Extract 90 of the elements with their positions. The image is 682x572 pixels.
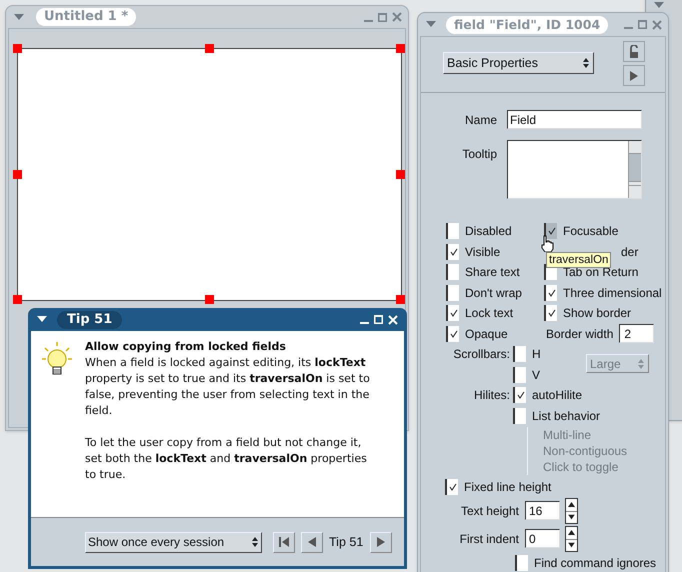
collapse-icon[interactable] (654, 2, 664, 8)
resize-handle[interactable] (13, 295, 22, 304)
window-title: field "Field", ID 1004 (446, 16, 608, 34)
checkbox-label: Focusable (563, 223, 618, 240)
field-canvas[interactable] (17, 48, 402, 301)
border-width-field[interactable]: 2 (619, 324, 654, 344)
collapse-icon[interactable] (426, 21, 436, 28)
checkbox-label: V (532, 366, 540, 384)
checkbox[interactable] (544, 305, 557, 322)
next-icon (377, 537, 385, 547)
padlock-icon (629, 44, 639, 58)
play-icon (630, 70, 638, 80)
hand-cursor-icon (541, 235, 554, 252)
resize-handle[interactable] (13, 44, 22, 53)
resize-handle[interactable] (205, 44, 214, 53)
checkbox-label: Don't wrap (465, 284, 522, 302)
checkmark-icon (548, 288, 556, 297)
resize-handle[interactable] (13, 170, 22, 179)
resize-handle[interactable] (396, 44, 405, 53)
checkbox-label: Visible (465, 244, 500, 261)
spin-field[interactable]: 16 (525, 501, 560, 520)
checkbox[interactable] (446, 284, 459, 301)
checkbox[interactable] (544, 284, 557, 301)
window-title: Untitled 1 * (36, 8, 136, 26)
checkbox-label: Share text (465, 264, 520, 282)
checkmark-icon (516, 391, 524, 400)
checkmark-icon (548, 227, 556, 236)
checkbox-label: List behavior (532, 408, 600, 425)
checkbox-label: Disabled (465, 223, 512, 240)
scrollbar[interactable] (628, 141, 641, 198)
updown-icon (582, 57, 590, 69)
scrollbars-label: Scrollbars: (452, 346, 511, 363)
checkbox[interactable] (446, 264, 459, 280)
checkmark-icon (448, 483, 456, 492)
updown-icon (251, 536, 259, 548)
spinner[interactable] (565, 498, 578, 524)
first-icon (279, 537, 289, 547)
frequency-dropdown[interactable]: Show once every session (85, 532, 262, 552)
checkmark-icon (450, 330, 458, 338)
tooltip: traversalOn (546, 252, 612, 268)
tooltip-field[interactable] (507, 140, 642, 199)
checkmark-icon (450, 309, 458, 318)
tip-paragraph: To let the user copy from a field but not change it, set both the lockText and traversalOn properties to true. (85, 435, 368, 483)
window-title: Tip 51 (57, 310, 122, 328)
tip-heading: Allow copying from locked fields (85, 339, 287, 355)
lock-button[interactable] (623, 41, 645, 62)
checkbox-label: Three dimensional (563, 284, 662, 302)
checkbox-label: Lock text (465, 305, 514, 322)
checkbox[interactable] (445, 479, 458, 496)
checkbox[interactable] (544, 223, 557, 240)
checkbox[interactable] (446, 326, 459, 342)
name-label: Name (464, 112, 498, 128)
checkbox-label: der (621, 244, 638, 261)
spin-field[interactable]: 0 (525, 529, 560, 548)
collapse-icon[interactable] (14, 14, 24, 20)
border-width-label: Border width (546, 326, 614, 343)
name-field[interactable]: Field (507, 110, 642, 129)
previous-tip-button[interactable] (301, 532, 323, 552)
tip-counter: Tip 51 (329, 534, 364, 551)
checkbox-label: Opaque (465, 326, 508, 343)
checkbox-label: Fixed line height (464, 479, 552, 496)
checkbox-label: H (532, 346, 541, 364)
spin-label: Text height (460, 502, 519, 520)
checkbox-label: Find command ignores (534, 554, 656, 572)
spinner[interactable] (565, 526, 578, 552)
checkbox[interactable] (446, 223, 459, 240)
previous-icon (308, 537, 316, 547)
resize-handle[interactable] (205, 295, 214, 304)
checkmark-icon (548, 309, 556, 318)
checkmark-icon (450, 248, 458, 256)
resize-handle[interactable] (396, 295, 405, 304)
checkbox[interactable] (513, 366, 526, 383)
next-tip-button[interactable] (370, 532, 392, 552)
resize-handle[interactable] (396, 170, 405, 179)
hilites-label: Hilites: (472, 387, 511, 404)
checkbox[interactable] (515, 554, 528, 571)
spin-label: First indent (458, 530, 519, 548)
checkbox[interactable] (446, 305, 459, 322)
tip-paragraph: When a field is locked against editing, its lockText property is set to true and its traversalOn is set to false, preventing the user from selecting text in the field. (85, 355, 371, 419)
checkbox[interactable] (513, 387, 526, 404)
play-button[interactable] (623, 65, 645, 86)
checkbox-label: Show border (563, 305, 632, 322)
tooltip-label: Tooltip (461, 146, 498, 163)
checkbox[interactable] (513, 408, 526, 424)
checkbox-label: autoHilite (532, 387, 582, 404)
first-tip-button[interactable] (273, 532, 295, 552)
section-dropdown[interactable]: Basic Properties (443, 52, 594, 74)
checkbox[interactable] (446, 244, 459, 260)
checkbox[interactable] (513, 346, 526, 362)
collapse-icon[interactable] (37, 316, 47, 323)
